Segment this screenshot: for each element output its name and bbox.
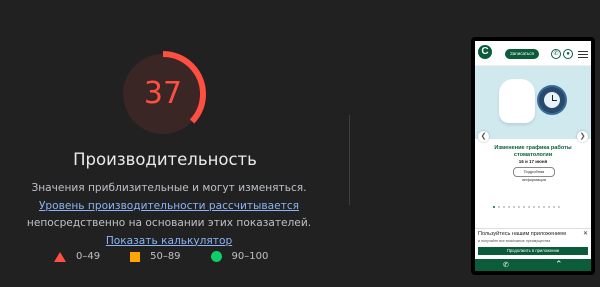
final-screenshot[interactable]: C Записаться ✆ ● ❮ ❯ Изменение графика р… — [471, 37, 595, 275]
app-banner-button: Продолжить в приложении — [478, 247, 588, 255]
legend-average: 50–89 — [130, 251, 181, 262]
app-banner-title: Пользуйтесь нашим приложением — [478, 231, 566, 237]
logo-icon: C — [478, 45, 492, 59]
chat-icon: ✆ — [503, 262, 509, 269]
calculator-link[interactable]: Показать калькулятор — [106, 235, 232, 247]
performance-panel: 37 Производительность Значения приблизит… — [0, 0, 350, 287]
triangle-icon — [54, 251, 66, 262]
score-legend: 0–49 50–89 90–100 — [54, 251, 298, 262]
chevron-left-icon: ❮ — [478, 131, 489, 142]
chevron-up-icon: ⌃ — [555, 259, 563, 269]
scoring-link[interactable]: Уровень производительности рассчитываетс… — [39, 200, 299, 212]
legend-good-label: 90–100 — [231, 251, 269, 262]
description-text-2: непосредственно на основании этих показа… — [26, 217, 312, 229]
legend-poor-label: 0–49 — [76, 251, 101, 262]
legend-poor: 0–49 — [54, 251, 100, 262]
square-icon — [130, 251, 141, 262]
circle-icon — [210, 251, 222, 262]
score-description: Значения приблизительные и могут изменят… — [14, 180, 324, 250]
app-banner-desc: и получайте все возможные преимущества — [478, 239, 551, 243]
menu-icon — [578, 51, 588, 60]
carousel-dots — [493, 206, 563, 208]
close-icon: ✕ — [583, 231, 589, 237]
section-divider — [349, 115, 350, 205]
page-screenshot: C Записаться ✆ ● ❮ ❯ Изменение графика р… — [475, 41, 591, 271]
performance-score: 37 — [143, 76, 183, 111]
hero-image — [475, 66, 591, 139]
more-info-button: Подробная информация — [513, 167, 555, 182]
phone-icon: ✆ — [551, 49, 561, 59]
slide-subtitle: 16 и 17 июня — [518, 159, 548, 164]
bottom-bar: ✆ ⌃ — [475, 259, 591, 271]
book-button: Записаться — [505, 49, 539, 59]
legend-good: 90–100 — [210, 251, 269, 262]
slide-title: Изменение графика работы стоматологии — [494, 145, 572, 158]
alarm-clock-image — [537, 85, 567, 115]
app-banner: Пользуйтесь нашим приложением и получайт… — [475, 228, 591, 259]
user-icon: ● — [563, 49, 573, 59]
description-text-1: Значения приблизительные и могут изменят… — [31, 182, 307, 194]
chevron-right-icon: ❯ — [577, 131, 588, 142]
legend-average-label: 50–89 — [150, 251, 181, 262]
category-title: Производительность — [73, 150, 257, 169]
site-header: C Записаться ✆ ● — [475, 41, 591, 66]
tooth-image — [499, 79, 535, 123]
